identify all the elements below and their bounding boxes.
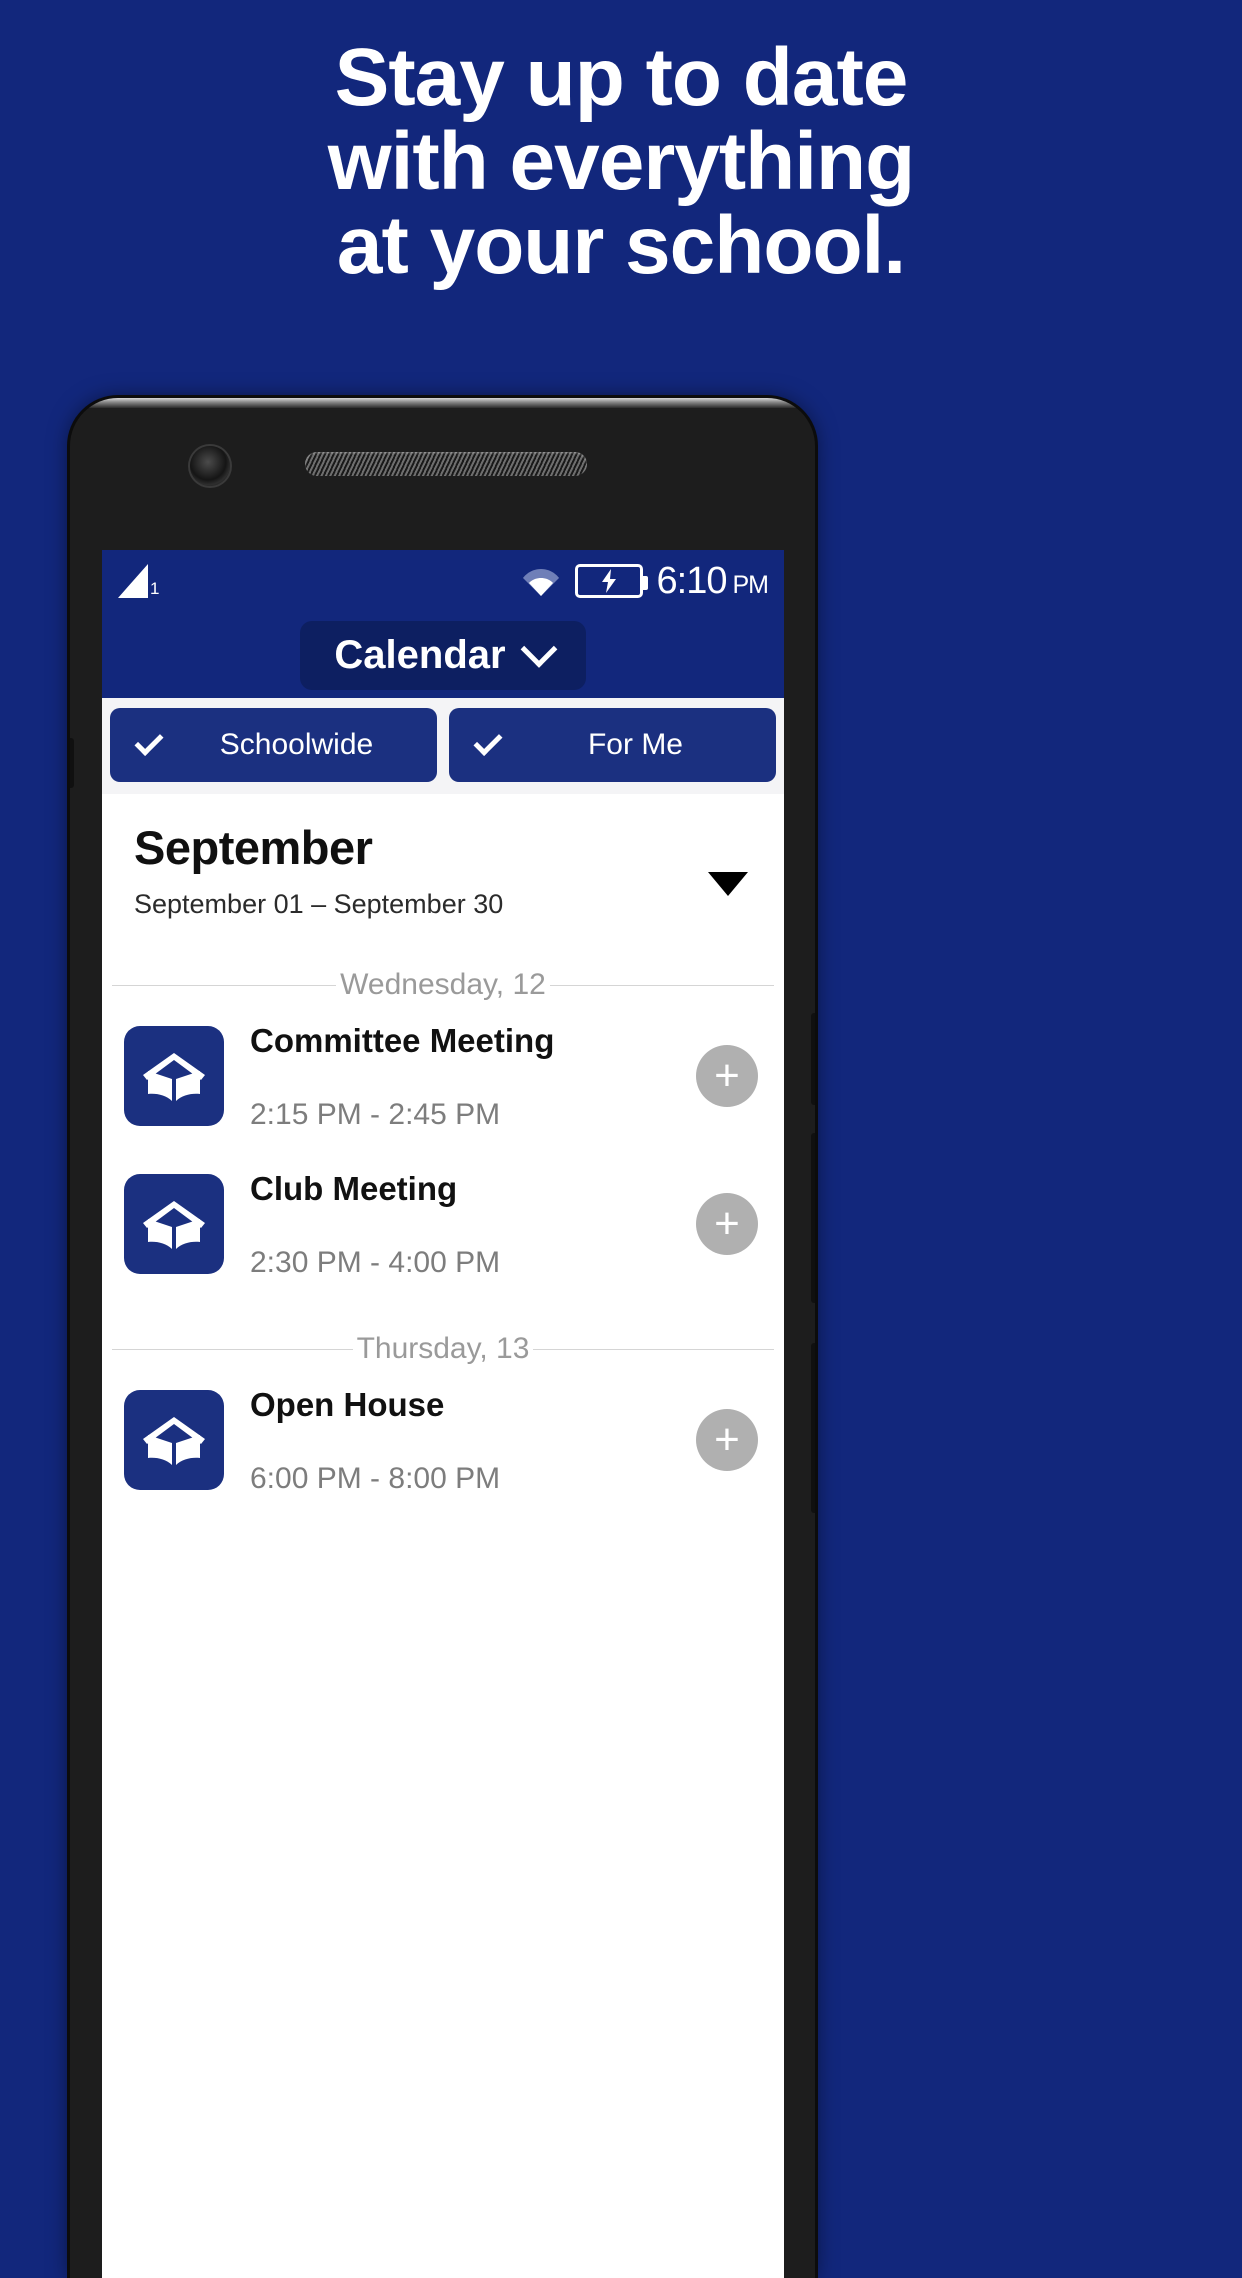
wifi-icon: [521, 565, 561, 597]
device-left-button[interactable]: [70, 738, 74, 788]
school-book-icon: [124, 1026, 224, 1126]
filter-chip-for-me-label: For Me: [587, 728, 683, 761]
status-bar-left: 1: [118, 564, 159, 598]
day-divider-wednesday: Wednesday, 12: [112, 968, 775, 1002]
filter-chip-for-me[interactable]: For Me: [449, 708, 776, 782]
status-bar: 1 6:10 PM: [102, 550, 784, 612]
filter-chip-schoolwide-label: Schoolwide: [219, 728, 374, 761]
clock-time: 6:10: [656, 559, 728, 602]
divider-rule-right: [533, 1348, 774, 1350]
app-bar: Calendar: [102, 612, 784, 698]
plus-icon[interactable]: +: [696, 1409, 758, 1471]
battery-charging-icon: [574, 564, 648, 598]
promo-line-2: with everything: [327, 116, 915, 207]
triangle-down-icon[interactable]: [708, 872, 748, 896]
promo-line-3: at your school.: [336, 200, 906, 291]
month-header[interactable]: September September 01 – September 30: [102, 794, 784, 934]
event-time: 6:00 PM - 8:00 PM: [250, 1462, 501, 1495]
device-volume-down-button[interactable]: [811, 1343, 815, 1513]
device-top-glare: [70, 398, 815, 408]
plus-icon[interactable]: +: [696, 1045, 758, 1107]
promo-headline: Stay up to date with everything at your …: [0, 36, 1242, 288]
chevron-down-icon: [520, 630, 557, 668]
day-divider-label: Thursday, 13: [356, 1332, 530, 1365]
filter-chip-row: Schoolwide For Me: [102, 698, 784, 794]
event-title: Open House: [250, 1386, 445, 1423]
front-camera-icon: [190, 446, 230, 486]
device-power-button[interactable]: [811, 1013, 815, 1105]
school-book-icon: [124, 1390, 224, 1490]
filter-chip-schoolwide[interactable]: Schoolwide: [110, 708, 437, 782]
day-divider-label: Wednesday, 12: [340, 968, 546, 1001]
status-bar-clock: 6:10 PM: [656, 559, 769, 603]
plus-icon[interactable]: +: [696, 1193, 758, 1255]
event-body: Committee Meeting 2:15 PM - 2:45 PM: [250, 1020, 696, 1132]
event-body: Club Meeting 2:30 PM - 4:00 PM: [250, 1168, 696, 1280]
event-row[interactable]: Committee Meeting 2:15 PM - 2:45 PM +: [102, 1002, 784, 1150]
event-row[interactable]: Club Meeting 2:30 PM - 4:00 PM +: [102, 1150, 784, 1298]
school-book-icon: [124, 1174, 224, 1274]
event-row[interactable]: Open House 6:00 PM - 8:00 PM +: [102, 1366, 784, 1514]
event-time: 2:15 PM - 2:45 PM: [250, 1098, 501, 1131]
status-bar-right: 6:10 PM: [521, 559, 769, 603]
month-range: September 01 – September 30: [134, 889, 504, 919]
divider-rule-left: [112, 1348, 353, 1350]
event-time: 2:30 PM - 4:00 PM: [250, 1246, 501, 1279]
app-bar-title: Calendar: [334, 632, 506, 677]
divider-rule-right: [549, 984, 775, 986]
phone-screen: 1 6:10 PM Calendar Schoolwide For Me Sep…: [102, 550, 784, 2278]
check-icon: [473, 726, 503, 756]
day-divider-thursday: Thursday, 13: [112, 1332, 774, 1366]
divider-rule-left: [112, 984, 337, 986]
promo-line-1: Stay up to date: [334, 32, 909, 123]
event-title: Club Meeting: [250, 1170, 458, 1207]
check-icon: [134, 726, 164, 756]
earpiece-speaker-icon: [305, 452, 587, 476]
phone-device-frame: 1 6:10 PM Calendar Schoolwide For Me Sep…: [70, 398, 815, 2278]
device-volume-up-button[interactable]: [811, 1133, 815, 1303]
clock-ampm: PM: [732, 570, 769, 599]
event-title: Committee Meeting: [250, 1022, 555, 1059]
month-title: September: [134, 821, 373, 874]
event-body: Open House 6:00 PM - 8:00 PM: [250, 1384, 696, 1496]
signal-triangle-icon: [118, 564, 148, 598]
calendar-title-dropdown[interactable]: Calendar: [300, 620, 586, 690]
signal-badge: 1: [150, 579, 160, 598]
